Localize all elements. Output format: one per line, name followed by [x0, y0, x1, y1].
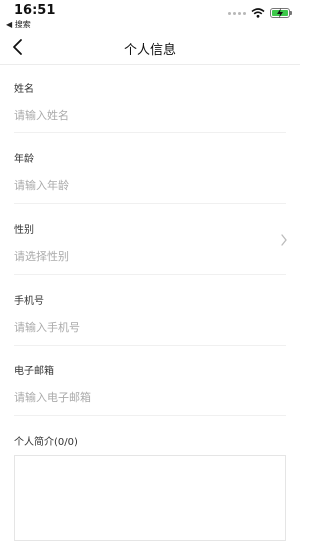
- status-indicators: [228, 8, 292, 18]
- email-field[interactable]: 电子邮箱 请输入电子邮箱: [14, 362, 286, 405]
- age-label: 年龄: [14, 154, 34, 165]
- page-title: 个人信息: [123, 43, 176, 58]
- name-field[interactable]: 姓名 请输入姓名: [14, 80, 286, 123]
- phone-label: 手机号: [14, 296, 44, 307]
- age-input[interactable]: 请输入年龄: [14, 177, 286, 193]
- bio-label: 个人简介(0/0): [14, 437, 78, 448]
- wifi-icon: [251, 8, 265, 18]
- cellular-signal-icon: [228, 11, 246, 15]
- phone-field[interactable]: 手机号 请输入手机号: [14, 292, 286, 335]
- divider: [14, 274, 286, 275]
- divider: [14, 203, 286, 204]
- name-label: 姓名: [14, 84, 34, 95]
- battery-icon: [270, 8, 292, 18]
- name-input[interactable]: 请输入姓名: [14, 107, 286, 123]
- divider: [14, 132, 286, 133]
- email-input[interactable]: 请输入电子邮箱: [14, 389, 286, 405]
- divider: [14, 345, 286, 346]
- gender-label: 性别: [14, 225, 34, 236]
- gender-select[interactable]: 请选择性别: [14, 248, 286, 264]
- status-time: 16:51: [14, 3, 56, 18]
- charging-bolt-icon: [277, 8, 283, 18]
- divider: [14, 415, 286, 416]
- back-to-app-link[interactable]: ◀ 搜索: [6, 19, 31, 30]
- email-label: 电子邮箱: [14, 366, 54, 377]
- status-bar: 16:51 ◀ 搜索: [0, 0, 300, 30]
- navigation-bar: 个人信息: [0, 30, 300, 65]
- phone-input[interactable]: 请输入手机号: [14, 319, 286, 335]
- age-field[interactable]: 年龄 请输入年龄: [14, 150, 286, 193]
- gender-field[interactable]: 性别 请选择性别: [14, 221, 286, 264]
- chevron-right-icon[interactable]: [280, 234, 288, 246]
- bio-textarea[interactable]: [14, 455, 286, 541]
